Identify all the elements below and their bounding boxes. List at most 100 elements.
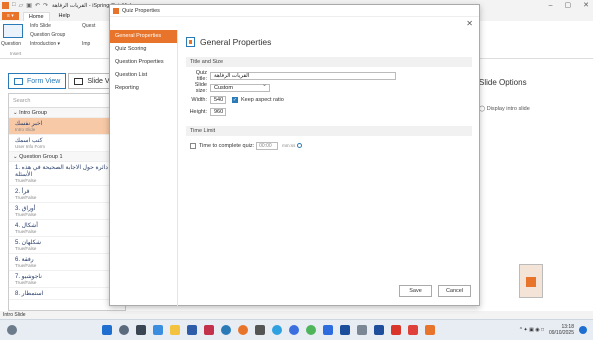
chrome-icon[interactable] (238, 325, 248, 335)
tray-icons[interactable]: ^ ✦ ▣ ◉ □ (520, 327, 544, 333)
list-item[interactable]: 7. ناجوشيو True/False (9, 271, 125, 288)
status-bar: Intro Slide (0, 311, 593, 319)
checkbox-checked-icon: ✓ (232, 96, 238, 103)
start-icon[interactable] (102, 325, 112, 335)
list-item[interactable]: 5. شكلهان True/False (9, 237, 125, 254)
question-group-button[interactable]: Question Group (30, 32, 65, 38)
question-title: 7. ناجوشيو (15, 274, 42, 280)
file-explorer-icon[interactable] (170, 325, 180, 335)
search-input[interactable]: Search (9, 94, 125, 108)
close-icon[interactable]: ✕ (466, 19, 473, 28)
list-item[interactable]: كتب اسمك User Info Form (9, 135, 125, 152)
close-window-icon[interactable]: ✕ (583, 0, 589, 11)
undo-icon[interactable]: ↶ (35, 2, 40, 9)
question-type: True/False (15, 229, 37, 234)
tab-home[interactable]: Home (22, 11, 50, 21)
list-item[interactable]: 2. قرأ True/False (9, 186, 125, 203)
tab-form-view[interactable]: Form View (8, 73, 67, 89)
info-slide-button[interactable]: Info Slide (30, 23, 51, 29)
general-properties-heading: General Properties (200, 37, 272, 47)
dialog-title: Quiz Properties (122, 7, 160, 14)
store-icon[interactable] (187, 325, 197, 335)
app-icon[interactable] (204, 325, 214, 335)
form-view-label: Form View (27, 77, 61, 85)
task-view-icon[interactable] (136, 325, 146, 335)
word-icon[interactable] (323, 325, 333, 335)
save-button[interactable]: Save (399, 285, 432, 297)
list-item[interactable]: 8. استمطار (9, 288, 125, 300)
app-icon[interactable] (408, 325, 418, 335)
form-view-icon (14, 77, 23, 85)
page-title: General Properties (186, 37, 472, 47)
list-item[interactable]: 6. رفقة True/False (9, 254, 125, 271)
nav-question-list[interactable]: Question List (110, 69, 177, 82)
app-icon[interactable] (340, 325, 350, 335)
keyboard-icon[interactable] (357, 325, 367, 335)
clock[interactable]: 13:18 09/10/2025 (549, 324, 574, 336)
list-item[interactable]: اخبر نفسك Intro Slide (9, 118, 125, 135)
quiz-title-label: Quiz title: (195, 69, 207, 82)
intro-group-header[interactable]: ⌄ Intro Group (9, 108, 125, 118)
display-intro-slide-option[interactable]: ◯ Display intro slide (479, 106, 530, 112)
file-menu-button[interactable]: ≡ ▾ (2, 12, 19, 20)
height-input[interactable]: 960 (210, 107, 226, 116)
question-icon[interactable] (3, 24, 23, 38)
question-title: 8. استمطار (15, 291, 44, 297)
whatsapp-icon[interactable] (306, 325, 316, 335)
tab-help[interactable]: Help (54, 12, 75, 20)
question-title: 6. رفقة (15, 257, 34, 263)
question-type: True/False (15, 263, 37, 268)
hashtag-icon[interactable] (255, 325, 265, 335)
time-input[interactable]: 00:00 (256, 141, 279, 150)
time-unit-label: mm:ss (282, 143, 296, 148)
nav-quiz-scoring[interactable]: Quiz Scoring (110, 43, 177, 56)
word-icon[interactable] (374, 325, 384, 335)
notification-icon[interactable] (579, 326, 587, 334)
list-item[interactable]: 3. أوراق True/False (9, 203, 125, 220)
dialog-nav: General Properties Quiz Scoring Question… (110, 30, 178, 306)
redo-icon[interactable]: ↷ (43, 2, 48, 9)
minimize-icon[interactable]: – (549, 0, 553, 11)
width-label: Width: (191, 96, 207, 103)
new-file-icon[interactable]: □ (12, 2, 16, 9)
search-icon[interactable] (119, 325, 129, 335)
slide-type: Intro Slide (15, 127, 36, 132)
time-limit-checkbox[interactable] (190, 142, 196, 149)
save-icon[interactable]: ▣ (26, 2, 32, 9)
quiz-title-input[interactable]: القريات الرفاهة (210, 71, 396, 80)
list-item[interactable]: 4. أشكال True/False (9, 220, 125, 237)
pdf-icon[interactable] (391, 325, 401, 335)
quizmaker-icon[interactable] (425, 325, 435, 335)
teams-icon[interactable] (153, 325, 163, 335)
info-icon[interactable] (297, 143, 303, 148)
cancel-button[interactable]: Cancel (438, 285, 471, 297)
width-input[interactable]: 540 (210, 95, 226, 104)
question-title: 5. شكلهان (15, 240, 41, 246)
app-icon[interactable] (272, 325, 282, 335)
list-item[interactable]: 1. ضع دائرة حول الاجابة الصحيحة في هذه ا… (9, 162, 125, 186)
maximize-icon[interactable]: ▢ (565, 0, 572, 11)
question-type: True/False (15, 178, 37, 183)
open-folder-icon[interactable]: ▱ (19, 2, 24, 9)
slide-size-select[interactable]: Custom (210, 82, 270, 92)
question-group-header[interactable]: ⌄ Question Group 1 10 (9, 152, 125, 162)
nav-general-properties[interactable]: General Properties (110, 30, 177, 43)
height-label: Height: (189, 108, 207, 115)
question-type: True/False (15, 280, 37, 285)
app-icon[interactable] (289, 325, 299, 335)
quizmaker-logo-icon (113, 7, 119, 14)
question-bank-button[interactable]: Quest (82, 23, 95, 29)
introduction-button[interactable]: Introduction ▾ (30, 41, 60, 47)
date: 09/10/2025 (548, 330, 574, 336)
edge-icon[interactable] (221, 325, 231, 335)
import-button[interactable]: Imp (82, 41, 90, 47)
question-title: 4. أشكال (15, 223, 38, 229)
keep-aspect-ratio-checkbox[interactable]: ✓ Keep aspect ratio (232, 96, 284, 103)
weather-icon[interactable] (7, 325, 17, 335)
question-button[interactable]: Question (1, 41, 21, 47)
slide-thumbnail[interactable] (519, 264, 543, 298)
nav-question-properties[interactable]: Question Properties (110, 56, 177, 69)
nav-reporting[interactable]: Reporting (110, 82, 177, 95)
section-time-limit: Time Limit (186, 126, 472, 136)
question-title: 1. ضع دائرة حول الاجابة الصحيحة في هذه ا… (15, 165, 118, 178)
